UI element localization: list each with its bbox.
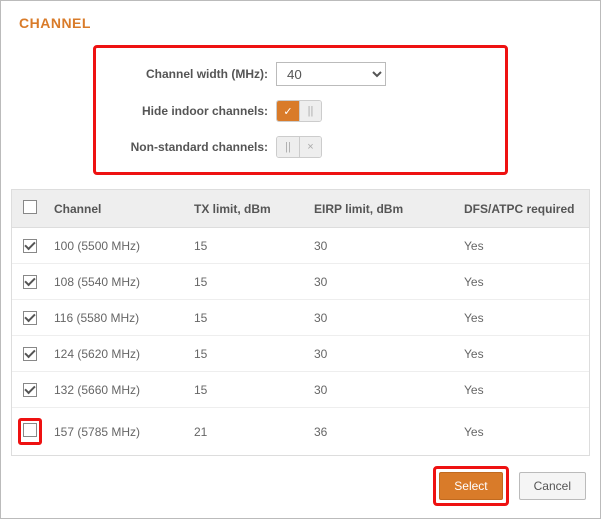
table-row: 108 (5540 MHz) 15 30 Yes bbox=[12, 264, 589, 300]
table-row: 132 (5660 MHz) 15 30 Yes bbox=[12, 372, 589, 408]
highlight-box: Select bbox=[433, 466, 508, 506]
cell-tx: 15 bbox=[186, 228, 306, 264]
select-button[interactable]: Select bbox=[439, 472, 502, 500]
cell-eirp: 30 bbox=[306, 228, 456, 264]
cell-tx: 15 bbox=[186, 264, 306, 300]
col-eirp: EIRP limit, dBm bbox=[306, 190, 456, 228]
row-checkbox[interactable] bbox=[23, 239, 37, 253]
channel-table-wrap: Channel TX limit, dBm EIRP limit, dBm DF… bbox=[11, 189, 590, 456]
row-checkbox[interactable] bbox=[23, 383, 37, 397]
table-row: 157 (5785 MHz) 21 36 Yes bbox=[12, 408, 589, 456]
table-row: 124 (5620 MHz) 15 30 Yes bbox=[12, 336, 589, 372]
cell-dfs: Yes bbox=[456, 372, 589, 408]
cell-eirp: 30 bbox=[306, 264, 456, 300]
cell-channel: 124 (5620 MHz) bbox=[46, 336, 186, 372]
cell-channel: 116 (5580 MHz) bbox=[46, 300, 186, 336]
hide-indoor-toggle[interactable]: ✓ || bbox=[276, 100, 322, 122]
check-icon: ✓ bbox=[277, 101, 299, 121]
cancel-button[interactable]: Cancel bbox=[519, 472, 586, 500]
cell-dfs: Yes bbox=[456, 228, 589, 264]
cell-dfs: Yes bbox=[456, 264, 589, 300]
cell-channel: 108 (5540 MHz) bbox=[46, 264, 186, 300]
channel-width-label: Channel width (MHz): bbox=[106, 67, 276, 81]
row-checkbox[interactable] bbox=[23, 423, 37, 437]
nonstandard-label: Non-standard channels: bbox=[106, 140, 276, 154]
cell-eirp: 30 bbox=[306, 300, 456, 336]
x-icon: × bbox=[299, 137, 321, 157]
table-row: 116 (5580 MHz) 15 30 Yes bbox=[12, 300, 589, 336]
cell-dfs: Yes bbox=[456, 300, 589, 336]
cell-eirp: 30 bbox=[306, 336, 456, 372]
cell-eirp: 36 bbox=[306, 408, 456, 456]
select-all-checkbox[interactable] bbox=[23, 200, 37, 214]
dialog-footer: Select Cancel bbox=[433, 466, 586, 506]
channel-table: Channel TX limit, dBm EIRP limit, dBm DF… bbox=[12, 190, 589, 455]
pause-icon: || bbox=[277, 137, 299, 157]
cell-channel: 157 (5785 MHz) bbox=[46, 408, 186, 456]
highlight-box bbox=[18, 418, 42, 445]
row-checkbox[interactable] bbox=[23, 311, 37, 325]
col-tx: TX limit, dBm bbox=[186, 190, 306, 228]
dialog-title: CHANNEL bbox=[19, 15, 582, 31]
nonstandard-toggle[interactable]: || × bbox=[276, 136, 322, 158]
row-checkbox[interactable] bbox=[23, 347, 37, 361]
row-checkbox[interactable] bbox=[23, 275, 37, 289]
cell-channel: 100 (5500 MHz) bbox=[46, 228, 186, 264]
settings-panel: Channel width (MHz): 40 Hide indoor chan… bbox=[93, 45, 508, 175]
col-dfs: DFS/ATPC required bbox=[456, 190, 589, 228]
cell-dfs: Yes bbox=[456, 336, 589, 372]
pause-icon: || bbox=[299, 101, 321, 121]
cell-tx: 15 bbox=[186, 300, 306, 336]
cell-channel: 132 (5660 MHz) bbox=[46, 372, 186, 408]
cell-dfs: Yes bbox=[456, 408, 589, 456]
cell-tx: 21 bbox=[186, 408, 306, 456]
cell-tx: 15 bbox=[186, 372, 306, 408]
cell-eirp: 30 bbox=[306, 372, 456, 408]
col-channel: Channel bbox=[46, 190, 186, 228]
cell-tx: 15 bbox=[186, 336, 306, 372]
channel-width-select[interactable]: 40 bbox=[276, 62, 386, 86]
hide-indoor-label: Hide indoor channels: bbox=[106, 104, 276, 118]
table-row: 100 (5500 MHz) 15 30 Yes bbox=[12, 228, 589, 264]
dialog-header: CHANNEL bbox=[1, 1, 600, 39]
